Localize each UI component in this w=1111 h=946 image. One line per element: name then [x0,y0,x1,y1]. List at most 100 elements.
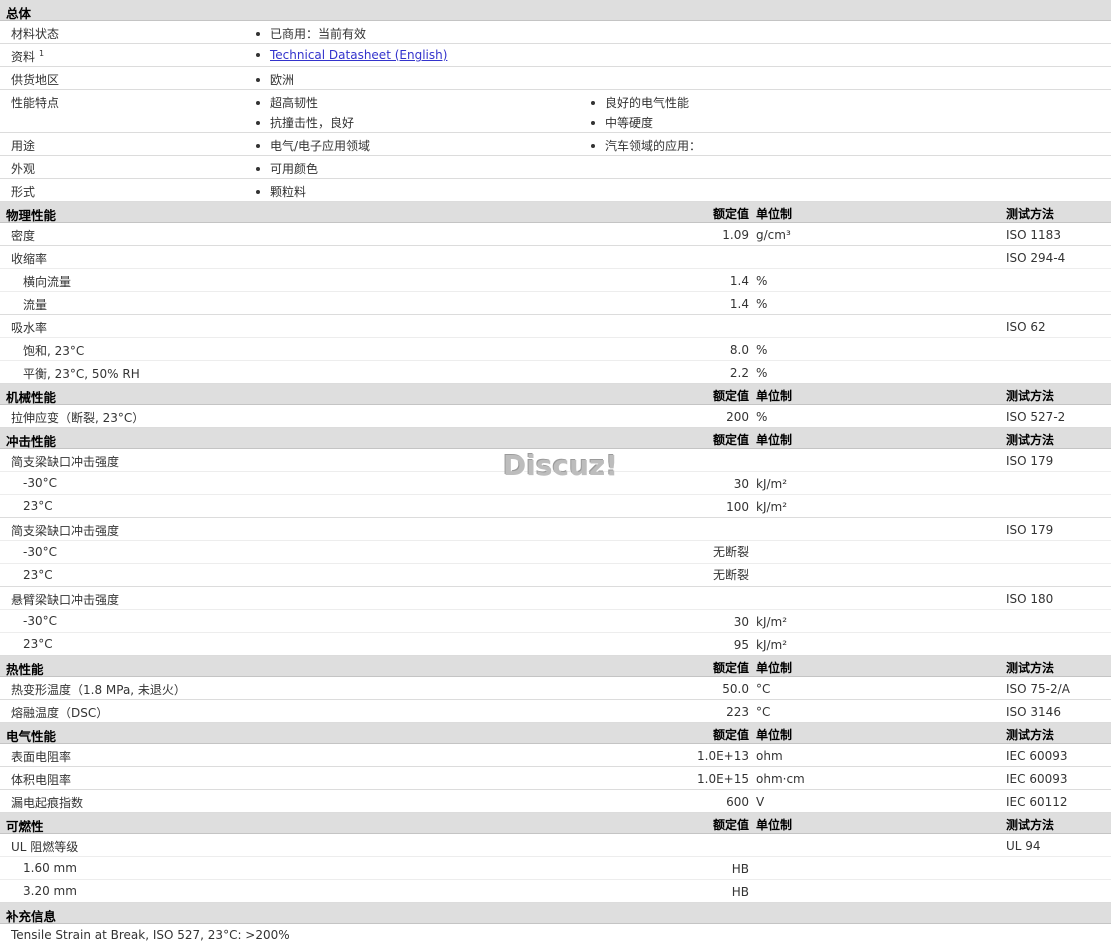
watermark-logo: Discuz! [503,449,619,482]
bullet-icon [591,100,595,105]
row-label: 23°C [23,637,53,651]
header-unit: 单位制 [756,728,793,742]
row-label: 密度 [11,229,36,243]
row-label: 悬臂梁缺口冲击强度 [11,593,120,607]
row-shrinkage-flow: 流量 1.4 % [0,292,1111,315]
row-tensile-strain: 拉伸应变（断裂, 23°C） 200 % ISO 527-2 [0,405,1111,428]
row-form: 形式 颗粒料 [0,179,1111,202]
row-label: 外观 [11,162,36,176]
header-unit: 单位制 [756,389,793,403]
row-method: IEC 60093 [1006,772,1068,786]
row-value: 1.0E+15 [697,772,749,786]
row-label: -30°C [23,476,57,490]
section-physical: 物理性能 额定值 单位制 测试方法 [0,202,1111,223]
row-unit: °C [756,682,771,696]
section-title: 冲击性能 [6,434,57,449]
header-value: 额定值 [712,818,749,832]
row-value: 1.4 [729,274,749,288]
row-value: 600 [726,795,749,809]
bullet-icon [256,120,260,125]
row-hdt: 热变形温度（1.8 MPa, 未退火） 50.0 °C ISO 75-2/A [0,677,1111,700]
row-method: IEC 60093 [1006,749,1068,763]
bullet-icon [256,143,260,148]
bullet-icon [256,189,260,194]
bullet-icon [256,166,260,171]
bullet-item: 已商用：当前有效 [256,25,366,42]
row-label: 供货地区 [11,73,60,87]
header-method: 测试方法 [1006,661,1055,675]
row-method: ISO 75-2/A [1006,682,1070,696]
row-label: 流量 [23,298,48,312]
section-title: 热性能 [6,662,44,677]
row-label: 体积电阻率 [11,773,72,787]
section-mechanical: 机械性能 额定值 单位制 测试方法 [0,384,1111,405]
row-cti: 漏电起痕指数 600 V IEC 60112 [0,790,1111,813]
bullet-icon [256,100,260,105]
row-method: ISO 294-4 [1006,251,1066,265]
row-unit: ohm·cm [756,772,805,786]
row-documents: 资料 1 Technical Datasheet (English) [0,44,1111,67]
row-charpy-unnotched-m30: -30°C 无断裂 [0,541,1111,564]
row-density: 密度 1.09 g/cm³ ISO 1183 [0,223,1111,246]
bullet-item: 汽车领域的应用： [591,137,701,154]
row-value: 95 [733,638,749,652]
row-label: 饱和, 23°C [23,344,85,358]
bullet-icon [591,143,595,148]
section-title: 机械性能 [6,390,57,405]
section-title: 可燃性 [6,819,44,834]
row-label: 23°C [23,499,53,513]
row-method: ISO 3146 [1006,705,1061,719]
header-value: 额定值 [712,433,749,447]
bullet-item: 颗粒料 [256,183,306,200]
bullet-icon [256,77,260,82]
row-unit: °C [756,705,771,719]
row-value: 100 [726,500,749,514]
row-label: 热变形温度（1.8 MPa, 未退火） [11,683,186,697]
row-unit: % [756,343,768,357]
header-unit: 单位制 [756,207,793,221]
bullet-item: 中等硬度 [591,114,653,131]
header-method: 测试方法 [1006,433,1055,447]
section-flammability: 可燃性 额定值 单位制 测试方法 [0,813,1111,834]
row-method: IEC 60112 [1006,795,1068,809]
section-title: 补充信息 [6,909,57,924]
row-label: 性能特点 [11,96,60,110]
row-label: 表面电阻率 [11,750,72,764]
row-uses: 用途 电气/电子应用领域 汽车领域的应用： [0,133,1111,156]
row-label: 3.20 mm [23,884,77,898]
row-value: 1.4 [729,297,749,311]
header-value: 额定值 [712,728,749,742]
header-unit: 单位制 [756,661,793,675]
row-value: HB [731,885,749,899]
row-unit: % [756,366,768,380]
row-label: 熔融温度（DSC） [11,706,109,720]
row-shrinkage-cross: 横向流量 1.4 % [0,269,1111,292]
row-water-absorption: 吸水率 ISO 62 [0,315,1111,338]
bullet-item: 抗撞击性，良好 [256,114,354,131]
row-label: 收缩率 [11,252,48,266]
row-label: -30°C [23,545,57,559]
row-label: 漏电起痕指数 [11,796,84,810]
row-label: 简支梁缺口冲击强度 [11,524,120,538]
row-value: 2.2 [729,366,749,380]
bullet-icon [256,52,260,57]
row-value: 1.0E+13 [697,749,749,763]
bullet-icon [256,31,260,36]
header-method: 测试方法 [1006,207,1055,221]
bullet-item: Technical Datasheet (English) [256,48,447,62]
row-value: 无断裂 [712,568,749,582]
header-method: 测试方法 [1006,728,1055,742]
row-label: 平衡, 23°C, 50% RH [23,367,140,381]
section-thermal: 热性能 额定值 单位制 测试方法 [0,656,1111,677]
row-label: 材料状态 [11,27,60,41]
row-unit: g/cm³ [756,228,791,242]
bullet-item: 电气/电子应用领域 [256,137,370,154]
datasheet-link[interactable]: Technical Datasheet (English) [270,48,447,62]
row-method: ISO 179 [1006,454,1054,468]
row-value: 223 [726,705,749,719]
row-label: -30°C [23,614,57,628]
row-charpy-unnotched: 简支梁缺口冲击强度 ISO 179 [0,518,1111,541]
row-label: 横向流量 [23,275,72,289]
row-unit: kJ/m² [756,615,788,629]
row-features: 性能特点 超高韧性 良好的电气性能 抗撞击性，良好 中等硬度 [0,90,1111,133]
